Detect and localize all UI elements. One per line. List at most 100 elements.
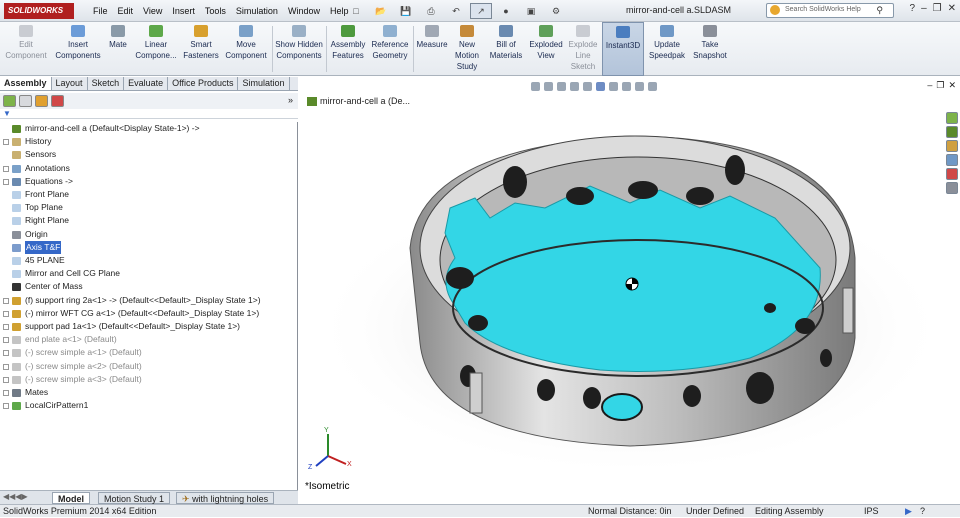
open-icon[interactable]: 📂 xyxy=(370,3,392,19)
solidworks-resources-icon[interactable] xyxy=(946,112,958,124)
zoom-to-area-icon[interactable] xyxy=(544,82,553,91)
expand-toggle-icon[interactable] xyxy=(3,310,9,317)
zoom-to-fit-icon[interactable] xyxy=(531,82,540,91)
file-explorer-icon[interactable] xyxy=(946,140,958,152)
help-search-field[interactable]: Search SolidWorks Help ⚲ xyxy=(766,3,894,18)
expand-toggle-icon[interactable] xyxy=(3,165,9,172)
expand-toggle-icon[interactable] xyxy=(3,403,9,410)
reference-geometry-button[interactable]: Reference Geometry xyxy=(369,22,411,76)
property-manager-icon[interactable] xyxy=(19,95,32,107)
menu-tools[interactable]: Tools xyxy=(200,6,231,16)
menu-edit[interactable]: Edit xyxy=(113,6,139,16)
svg-text:Z: Z xyxy=(308,464,313,471)
previous-view-icon[interactable] xyxy=(557,82,566,91)
undo-icon[interactable]: ↶ xyxy=(445,3,467,19)
minimize-icon[interactable]: – xyxy=(921,3,927,14)
edit-appearance-icon[interactable] xyxy=(622,82,631,91)
tab-assembly[interactable]: Assembly xyxy=(0,77,52,90)
tab-evaluate[interactable]: Evaluate xyxy=(124,77,169,90)
rebuild-icon[interactable]: ● xyxy=(495,3,517,19)
expand-toggle-icon[interactable] xyxy=(3,337,9,344)
smart-fasteners-button[interactable]: Smart Fasteners xyxy=(181,22,221,76)
viewport-close-icon[interactable]: ✕ xyxy=(948,80,956,91)
configuration-manager-icon[interactable] xyxy=(35,95,48,107)
tab-motion-study-1[interactable]: Motion Study 1 xyxy=(98,492,171,504)
tab-model[interactable]: Model xyxy=(52,492,90,504)
expand-panel-icon[interactable]: » xyxy=(288,95,293,105)
exploded-view-button[interactable]: Exploded View xyxy=(527,22,565,76)
scroll-left-icon[interactable]: ◀◀◀▶ xyxy=(3,492,28,501)
help-icon[interactable]: ? xyxy=(910,3,916,14)
reference-geometry-icon xyxy=(383,25,397,37)
options-icon[interactable]: ⚙ xyxy=(545,3,567,19)
plane-icon xyxy=(12,257,21,265)
mate-button[interactable]: Mate xyxy=(104,22,132,76)
hide-show-items-icon[interactable] xyxy=(609,82,618,91)
menu-insert[interactable]: Insert xyxy=(167,6,200,16)
task-pane-tabs xyxy=(946,112,960,196)
expand-toggle-icon[interactable] xyxy=(3,139,9,146)
update-speedpak-button[interactable]: Update Speedpak xyxy=(646,22,688,76)
new-motion-study-button[interactable]: New Motion Study xyxy=(450,22,484,76)
filter-icon[interactable]: ▼ xyxy=(3,109,11,118)
custom-properties-icon[interactable] xyxy=(946,182,958,194)
expand-toggle-icon[interactable] xyxy=(3,390,9,396)
status-help-icon[interactable]: ? xyxy=(920,505,925,518)
menu-window[interactable]: Window xyxy=(283,6,325,16)
linear-pattern-button[interactable]: Linear Compone... xyxy=(133,22,179,76)
svg-text:Y: Y xyxy=(324,427,329,434)
model-viewport[interactable]: Y X Z xyxy=(300,108,940,492)
tree-item-label: Equations -> xyxy=(25,175,73,186)
move-component-button[interactable]: Move Component xyxy=(223,22,269,76)
expand-toggle-icon[interactable] xyxy=(3,297,9,304)
tab-with-lightning-holes[interactable]: ✈ with lightning holes xyxy=(176,492,275,504)
design-library-icon[interactable] xyxy=(946,126,958,138)
menu-view[interactable]: View xyxy=(138,6,167,16)
select-pointer-icon[interactable]: ↗ xyxy=(470,3,492,19)
tab-simulation[interactable]: Simulation xyxy=(238,77,290,90)
view-settings-icon[interactable] xyxy=(648,82,657,91)
expand-toggle-icon[interactable] xyxy=(3,178,9,185)
menu-file[interactable]: File xyxy=(88,6,113,16)
viewport-minimize-icon[interactable]: – xyxy=(927,80,932,91)
close-icon[interactable]: ✕ xyxy=(948,3,956,14)
new-doc-icon[interactable]: □ xyxy=(345,3,367,19)
menu-simulation[interactable]: Simulation xyxy=(231,6,283,16)
section-view-icon[interactable] xyxy=(570,82,579,91)
insert-components-button[interactable]: Insert Components xyxy=(54,22,102,76)
part-gray-icon xyxy=(12,362,21,371)
tab-sketch[interactable]: Sketch xyxy=(88,77,125,90)
measure-button[interactable]: Measure xyxy=(414,22,450,76)
save-icon[interactable]: 💾 xyxy=(395,3,417,19)
viewport-restore-icon[interactable]: ❐ xyxy=(936,80,944,91)
show-hidden-components-button[interactable]: Show Hidden Components xyxy=(274,22,324,76)
expand-toggle-icon[interactable] xyxy=(3,376,9,383)
bill-of-materials-button[interactable]: Bill of Materials xyxy=(486,22,526,76)
view-palette-icon[interactable] xyxy=(946,154,958,166)
appearances-icon[interactable] xyxy=(946,168,958,180)
edit-component-button[interactable]: Edit Component xyxy=(2,22,50,76)
view-orientation-icon[interactable] xyxy=(583,82,592,91)
assembly-features-button[interactable]: Assembly Features xyxy=(328,22,368,76)
tab-office-products[interactable]: Office Products xyxy=(168,77,239,90)
display-manager-icon[interactable] xyxy=(51,95,64,107)
display-style-icon[interactable] xyxy=(596,82,605,91)
print-icon[interactable]: ⎙ xyxy=(420,3,442,19)
viewport-breadcrumb[interactable]: mirror-and-cell a (De... xyxy=(320,96,410,106)
explode-line-sketch-button[interactable]: Explode Line Sketch xyxy=(565,22,601,76)
featuremanager-tree-icon[interactable] xyxy=(3,95,16,107)
expand-toggle-icon[interactable] xyxy=(3,363,9,370)
mates-icon xyxy=(12,389,21,397)
status-units[interactable]: IPS xyxy=(864,505,879,518)
apply-scene-icon[interactable] xyxy=(635,82,644,91)
search-icon[interactable]: ⚲ xyxy=(876,5,883,16)
expand-toggle-icon[interactable] xyxy=(3,324,9,330)
annotation-icon xyxy=(12,164,21,173)
take-snapshot-button[interactable]: Take Snapshot xyxy=(690,22,730,76)
file-properties-icon[interactable]: ▣ xyxy=(520,3,542,19)
instant3d-button[interactable]: Instant3D xyxy=(602,22,644,76)
expand-toggle-icon[interactable] xyxy=(3,350,9,357)
status-rebuild-icon[interactable]: ▶ xyxy=(905,505,912,518)
restore-icon[interactable]: ❐ xyxy=(933,3,942,14)
tab-layout[interactable]: Layout xyxy=(52,77,88,90)
